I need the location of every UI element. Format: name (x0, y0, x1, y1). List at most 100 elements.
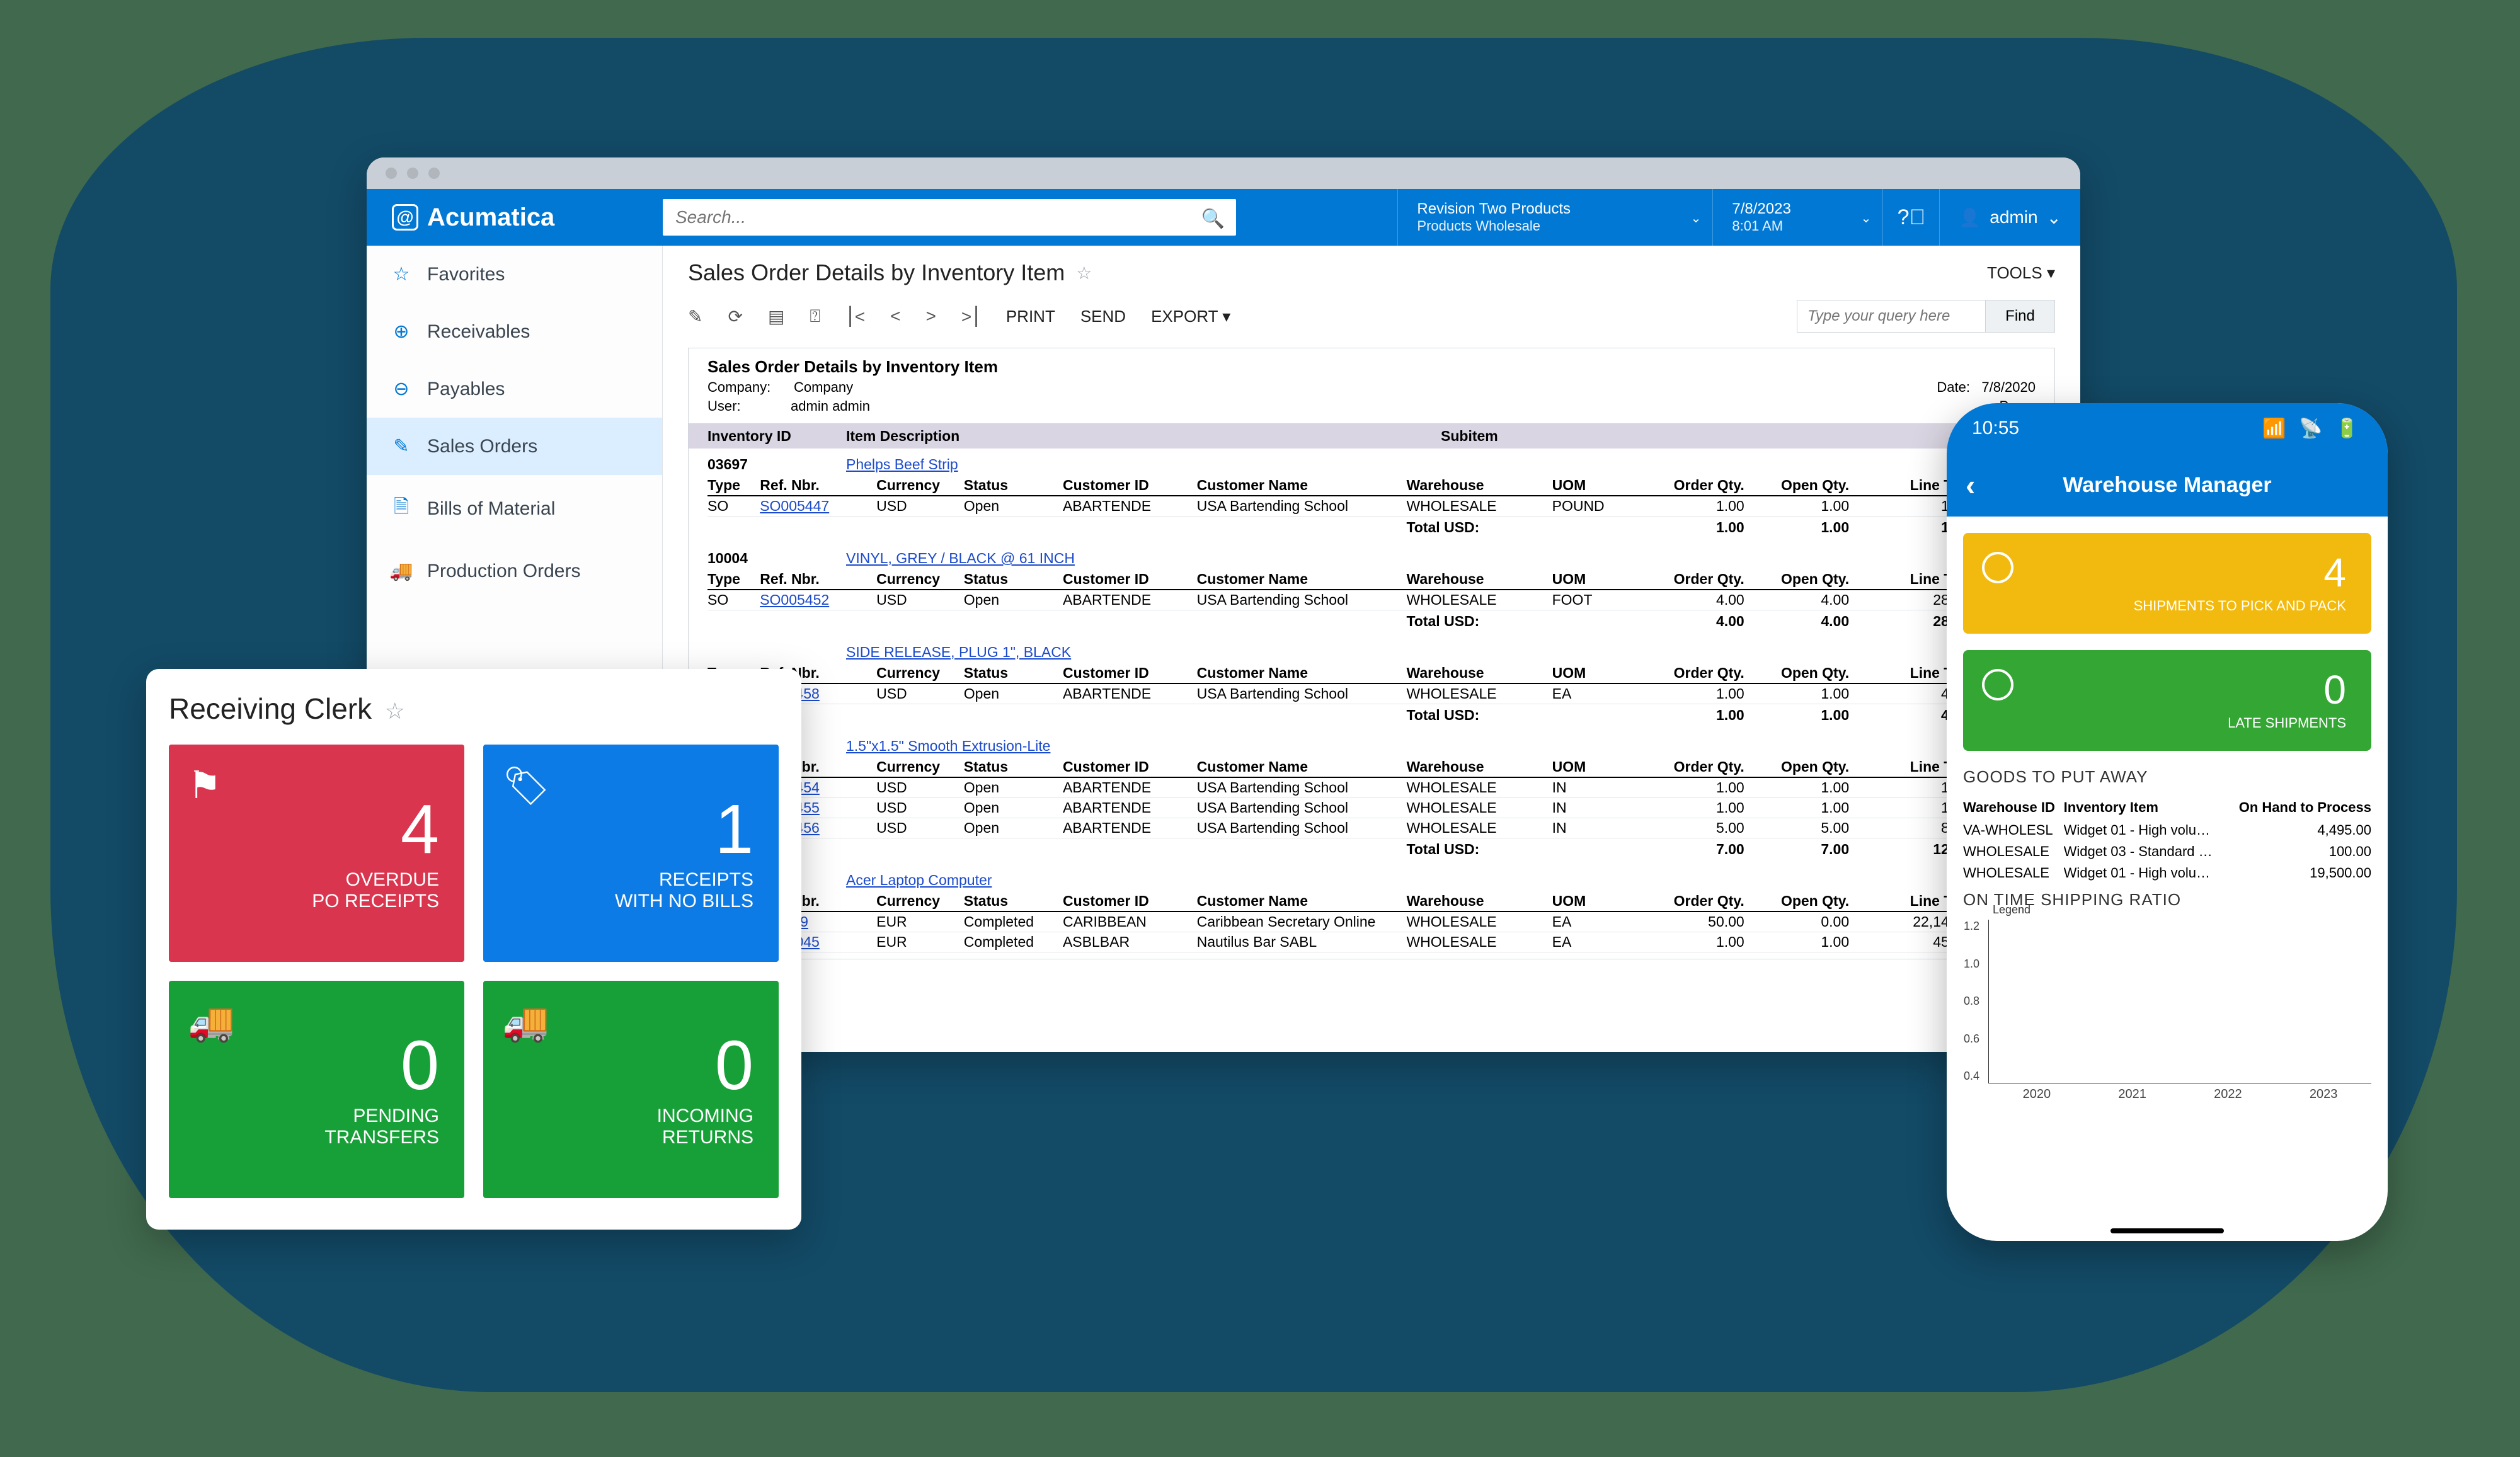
query-input[interactable] (1797, 300, 1986, 333)
sidebar-label: Sales Orders (427, 436, 537, 457)
window-dot[interactable] (428, 168, 440, 179)
sidebar-icon: ⊖ (389, 378, 413, 400)
chart-legend: Legend (1993, 903, 2030, 917)
ref-link[interactable]: SO005452 (760, 591, 829, 608)
table-row: O005454USDOpenABARTENDEUSA Bartending Sc… (707, 778, 2036, 798)
report-group: 1Acer Laptop ComputerTypeRef. Nbr.Curren… (689, 864, 2054, 959)
user-icon: 👤 (1959, 207, 1981, 228)
chevron-down-icon: ⌄ (2047, 207, 2061, 228)
chevron-down-icon: ⌄ (1861, 210, 1872, 226)
report: Sales Order Details by Inventory Item Co… (688, 348, 2055, 959)
kpi-label: OVERDUE PO RECEIPTS (312, 869, 439, 912)
kpi-label: PENDING TRANSFERS (324, 1106, 439, 1148)
schedule-icon[interactable]: ▤ (768, 306, 784, 327)
phone-title: Warehouse Manager (2063, 473, 2271, 498)
sidebar-item[interactable]: 🗎Bills of Material (367, 475, 662, 542)
report-title: Sales Order Details by Inventory Item (707, 357, 2036, 377)
user-menu[interactable]: 👤 admin ⌄ (1939, 189, 2080, 246)
sidebar-item[interactable]: ☆Favorites (367, 246, 662, 303)
kpi-tile[interactable]: 🚚0INCOMING RETURNS (483, 981, 779, 1198)
table-row: SOSO005452USDOpenABARTENDEUSA Bartending… (707, 590, 2036, 610)
truck-icon: 🚚 (188, 1000, 235, 1044)
kpi-label: SHIPMENTS TO PICK AND PACK (2134, 598, 2346, 614)
item-link[interactable]: Phelps Beef Strip (846, 456, 958, 472)
search-icon[interactable]: 🔍 (1201, 208, 1225, 230)
back-icon[interactable]: ‹ (1966, 468, 1975, 502)
nav-prev-icon[interactable]: < (890, 306, 900, 326)
search-input[interactable] (663, 199, 1236, 236)
kpi-label: INCOMING RETURNS (657, 1106, 753, 1148)
nav-next-icon[interactable]: > (926, 306, 936, 326)
tag-icon: 🏷 (502, 763, 550, 808)
table-row: O005455USDOpenABARTENDEUSA Bartending Sc… (707, 798, 2036, 818)
favorite-star-icon[interactable]: ☆ (385, 698, 405, 724)
export-button[interactable]: EXPORT ▾ (1151, 307, 1230, 326)
item-link[interactable]: Acer Laptop Computer (846, 872, 992, 888)
favorite-star-icon[interactable]: ☆ (1076, 263, 1092, 283)
goods-table: Warehouse ID Inventory Item On Hand to P… (1963, 796, 2371, 884)
table-row: O005456USDOpenABARTENDEUSA Bartending Sc… (707, 818, 2036, 838)
company-selector[interactable]: Revision Two Products Products Wholesale… (1397, 189, 1712, 246)
item-link[interactable]: 1.5"x1.5" Smooth Extrusion-Lite (846, 738, 1050, 754)
help-button[interactable]: ?⃝ (1882, 189, 1939, 246)
kpi-tile[interactable]: 🏷 1 RECEIPTS WITH NO BILLS (483, 745, 779, 962)
kpi-value: 0 (401, 1031, 439, 1100)
mobile-kpi[interactable]: 0LATE SHIPMENTS (1963, 650, 2371, 751)
dashboard-title: Receiving Clerk (169, 692, 372, 725)
kpi-label: RECEIPTS WITH NO BILLS (615, 869, 753, 912)
sidebar-icon: ⊕ (389, 321, 413, 343)
home-indicator[interactable] (2110, 1228, 2224, 1233)
kpi-value: 1 (715, 795, 753, 864)
topbar: @ Acumatica 🔍 Revision Two Products Prod… (367, 189, 2080, 246)
edit-icon[interactable]: ✎ (688, 306, 702, 327)
ref-link[interactable]: SO005447 (760, 498, 829, 514)
table-row: VA-WHOLESLWidget 01 - High volu…4,495.00 (1963, 820, 2371, 841)
sidebar-item[interactable]: ⊕ Receivables (367, 303, 662, 360)
sidebar-item[interactable]: 🚚Production Orders (367, 542, 662, 600)
user-name: admin (1990, 207, 2037, 227)
brand-logo[interactable]: @ Acumatica (367, 203, 663, 232)
nav-last-icon[interactable]: >⎮ (961, 306, 981, 327)
item-link[interactable]: VINYL, GREY / BLACK @ 61 INCH (846, 550, 1075, 566)
window-chrome (367, 157, 2080, 189)
tools-menu[interactable]: TOOLS ▾ (1987, 263, 2055, 283)
table-row: 007209EURCompletedCARIBBEANCaribbean Sec… (707, 912, 2036, 932)
table-row: SOSO005447USDOpenABARTENDEUSA Bartending… (707, 496, 2036, 517)
send-button[interactable]: SEND (1080, 307, 1126, 326)
table-row: O005458USDOpenABARTENDEUSA Bartending Sc… (707, 684, 2036, 704)
sidebar-icon: ✎ (389, 435, 413, 457)
company-name: Revision Two Products (1417, 200, 1693, 218)
item-link[interactable]: SIDE RELEASE, PLUG 1", BLACK (846, 644, 1071, 660)
chevron-down-icon: ⌄ (1691, 210, 1702, 226)
table-row: O005045EURCompletedASBLBARNautilus Bar S… (707, 932, 2036, 952)
sidebar-label: Favorites (427, 264, 505, 285)
window-dot[interactable] (407, 168, 418, 179)
clock-icon (1982, 552, 2013, 583)
main-content: Sales Order Details by Inventory Item ☆ … (663, 246, 2080, 1052)
brand-icon: @ (392, 204, 418, 231)
mobile-kpi[interactable]: 4 SHIPMENTS TO PICK AND PACK (1963, 533, 2371, 634)
page-title: Sales Order Details by Inventory Item (688, 260, 1065, 286)
clock-icon (1982, 669, 2013, 700)
shipping-ratio-chart: Legend 1.21.00.80.60.4 2020202120222023 (1988, 920, 2371, 1083)
date-selector[interactable]: 7/8/2023 8:01 AM ⌄ (1712, 189, 1882, 246)
kpi-value: 4 (2323, 552, 2346, 593)
report-group: 03697Phelps Beef StripTypeRef. Nbr.Curre… (689, 449, 2054, 542)
sidebar-item[interactable]: ✎ Sales Orders (367, 418, 662, 475)
phone-time: 10:55 (1972, 418, 2019, 439)
window-dot[interactable] (386, 168, 397, 179)
phone-header: ‹ Warehouse Manager (1947, 454, 2388, 517)
sidebar-item[interactable]: ⊖ Payables (367, 360, 662, 418)
nav-first-icon[interactable]: ⎮< (845, 306, 865, 327)
goods-title: GOODS TO PUT AWAY (1963, 767, 2371, 787)
kpi-value: 0 (715, 1031, 753, 1100)
kpi-tile[interactable]: ⚑4OVERDUE PO RECEIPTS (169, 745, 464, 962)
kpi-tile[interactable]: 🚚 0 PENDING TRANSFERS (169, 981, 464, 1198)
brand-text: Acumatica (427, 203, 554, 232)
sidebar-label: Receivables (427, 321, 530, 343)
find-button[interactable]: Find (1986, 300, 2055, 333)
print-button[interactable]: PRINT (1006, 307, 1055, 326)
params-icon[interactable]: ⍰ (810, 306, 820, 327)
sidebar-label: Payables (427, 379, 505, 400)
refresh-icon[interactable]: ⟳ (728, 306, 742, 327)
